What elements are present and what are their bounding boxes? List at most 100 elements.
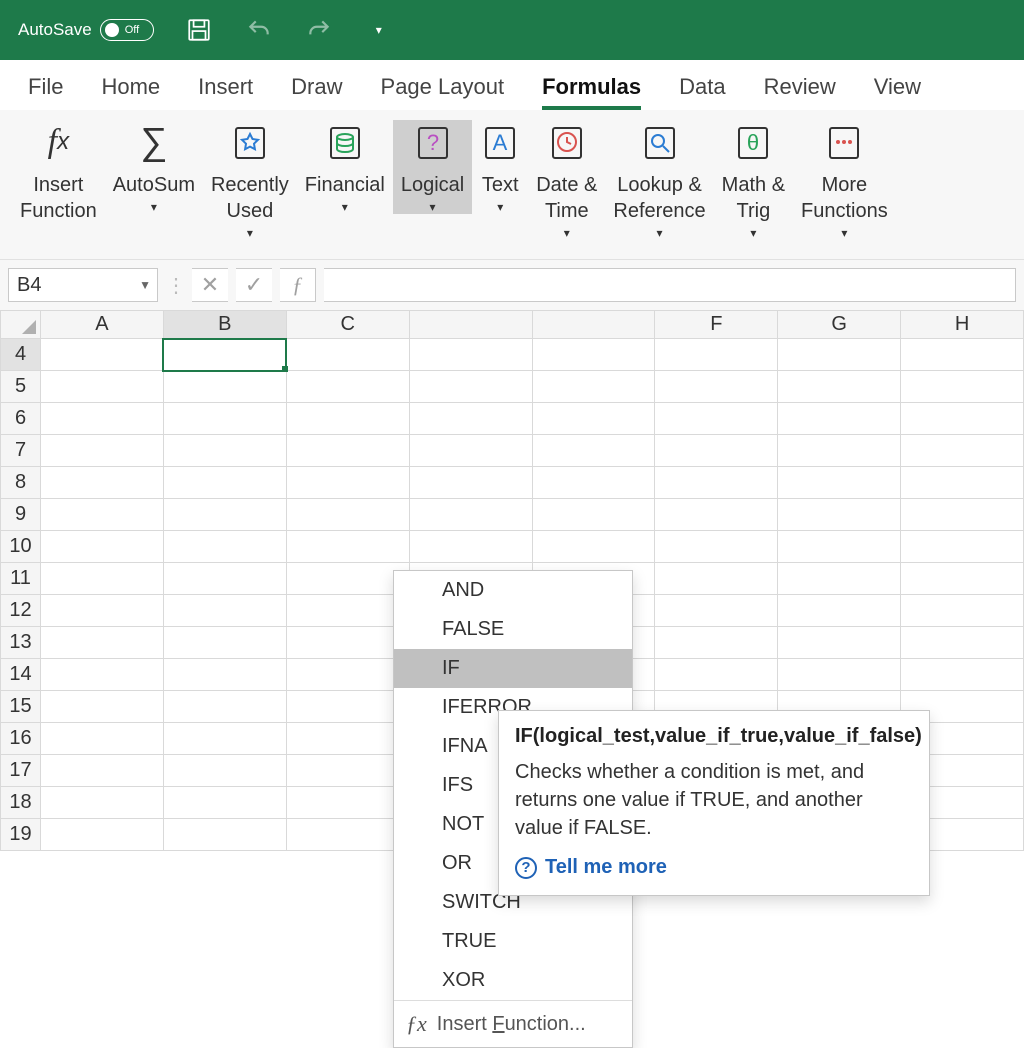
cell[interactable] bbox=[778, 595, 901, 627]
cell[interactable] bbox=[286, 499, 409, 531]
row-header[interactable]: 11 bbox=[1, 563, 41, 595]
select-all-corner[interactable] bbox=[1, 311, 41, 339]
cell[interactable] bbox=[163, 659, 286, 691]
cell[interactable] bbox=[41, 339, 164, 371]
cell[interactable] bbox=[901, 563, 1024, 595]
tab-file[interactable]: File bbox=[28, 74, 63, 110]
cell[interactable] bbox=[532, 467, 655, 499]
name-box-input[interactable] bbox=[9, 272, 109, 299]
row-header[interactable]: 16 bbox=[1, 723, 41, 755]
cell[interactable] bbox=[41, 755, 164, 787]
autosave-switch[interactable]: Off bbox=[100, 19, 154, 41]
cell[interactable] bbox=[286, 595, 409, 627]
cell[interactable] bbox=[163, 339, 286, 371]
cell[interactable] bbox=[901, 467, 1024, 499]
cell[interactable] bbox=[286, 755, 409, 787]
cell[interactable] bbox=[655, 531, 778, 563]
cell[interactable] bbox=[778, 339, 901, 371]
row-header[interactable]: 13 bbox=[1, 627, 41, 659]
cell[interactable] bbox=[901, 435, 1024, 467]
qat-customize-icon[interactable]: ▾ bbox=[364, 15, 394, 45]
enter-icon[interactable]: ✓ bbox=[236, 268, 272, 302]
cell[interactable] bbox=[41, 467, 164, 499]
cell[interactable] bbox=[409, 339, 532, 371]
cell[interactable] bbox=[286, 691, 409, 723]
financial-button[interactable]: Financial ▾ bbox=[297, 120, 393, 214]
tab-page-layout[interactable]: Page Layout bbox=[381, 74, 505, 110]
row-header[interactable]: 6 bbox=[1, 403, 41, 435]
cell[interactable] bbox=[286, 467, 409, 499]
cell[interactable] bbox=[409, 435, 532, 467]
cell[interactable] bbox=[41, 371, 164, 403]
column-header[interactable] bbox=[532, 311, 655, 339]
logical-button[interactable]: ? Logical ▾ bbox=[393, 120, 472, 214]
cell[interactable] bbox=[409, 403, 532, 435]
cell[interactable] bbox=[901, 403, 1024, 435]
cell[interactable] bbox=[163, 787, 286, 819]
cell[interactable] bbox=[41, 499, 164, 531]
cell[interactable] bbox=[778, 627, 901, 659]
row-header[interactable]: 15 bbox=[1, 691, 41, 723]
cell[interactable] bbox=[286, 531, 409, 563]
row-header[interactable]: 4 bbox=[1, 339, 41, 371]
cell[interactable] bbox=[778, 403, 901, 435]
math-trig-button[interactable]: θ Math & Trig ▾ bbox=[714, 120, 793, 240]
name-box[interactable]: ▼ bbox=[8, 268, 158, 302]
lookup-button[interactable]: Lookup & Reference ▾ bbox=[605, 120, 713, 240]
cell[interactable] bbox=[286, 723, 409, 755]
column-header[interactable]: F bbox=[655, 311, 778, 339]
cell[interactable] bbox=[655, 499, 778, 531]
chevron-down-icon[interactable]: ▼ bbox=[139, 278, 151, 292]
cell[interactable] bbox=[41, 435, 164, 467]
cell[interactable] bbox=[901, 499, 1024, 531]
cell[interactable] bbox=[41, 403, 164, 435]
column-header[interactable]: C bbox=[286, 311, 409, 339]
cell[interactable] bbox=[655, 595, 778, 627]
tab-view[interactable]: View bbox=[874, 74, 921, 110]
menu-item-true[interactable]: TRUE bbox=[394, 922, 632, 961]
cell[interactable] bbox=[163, 723, 286, 755]
cell[interactable] bbox=[655, 339, 778, 371]
cell[interactable] bbox=[901, 659, 1024, 691]
tab-formulas[interactable]: Formulas bbox=[542, 74, 641, 110]
cell[interactable] bbox=[286, 403, 409, 435]
cell[interactable] bbox=[163, 403, 286, 435]
row-header[interactable]: 12 bbox=[1, 595, 41, 627]
cell[interactable] bbox=[655, 659, 778, 691]
cell[interactable] bbox=[163, 371, 286, 403]
row-header[interactable]: 5 bbox=[1, 371, 41, 403]
cell[interactable] bbox=[409, 531, 532, 563]
cell[interactable] bbox=[778, 531, 901, 563]
cell[interactable] bbox=[286, 339, 409, 371]
formula-bar[interactable] bbox=[324, 268, 1016, 302]
cell[interactable] bbox=[286, 819, 409, 851]
cell[interactable] bbox=[409, 467, 532, 499]
cell[interactable] bbox=[778, 435, 901, 467]
column-header[interactable]: A bbox=[41, 311, 164, 339]
menu-insert-function[interactable]: ƒxInsert Function... bbox=[394, 1001, 632, 1047]
cell[interactable] bbox=[532, 499, 655, 531]
cell[interactable] bbox=[901, 339, 1024, 371]
cell[interactable] bbox=[41, 563, 164, 595]
cell[interactable] bbox=[901, 371, 1024, 403]
cell[interactable] bbox=[532, 371, 655, 403]
row-header[interactable]: 10 bbox=[1, 531, 41, 563]
cell[interactable] bbox=[655, 435, 778, 467]
cell[interactable] bbox=[41, 659, 164, 691]
row-header[interactable]: 14 bbox=[1, 659, 41, 691]
column-header[interactable]: G bbox=[778, 311, 901, 339]
row-header[interactable]: 18 bbox=[1, 787, 41, 819]
cell[interactable] bbox=[286, 659, 409, 691]
cell[interactable] bbox=[532, 435, 655, 467]
cell[interactable] bbox=[655, 371, 778, 403]
menu-item-false[interactable]: FALSE bbox=[394, 610, 632, 649]
cell[interactable] bbox=[163, 595, 286, 627]
column-header[interactable]: B bbox=[163, 311, 286, 339]
row-header[interactable]: 7 bbox=[1, 435, 41, 467]
tell-me-more-link[interactable]: ? Tell me more bbox=[515, 856, 913, 879]
tab-home[interactable]: Home bbox=[101, 74, 160, 110]
save-icon[interactable] bbox=[184, 15, 214, 45]
cell[interactable] bbox=[163, 627, 286, 659]
cell[interactable] bbox=[901, 531, 1024, 563]
tab-data[interactable]: Data bbox=[679, 74, 725, 110]
